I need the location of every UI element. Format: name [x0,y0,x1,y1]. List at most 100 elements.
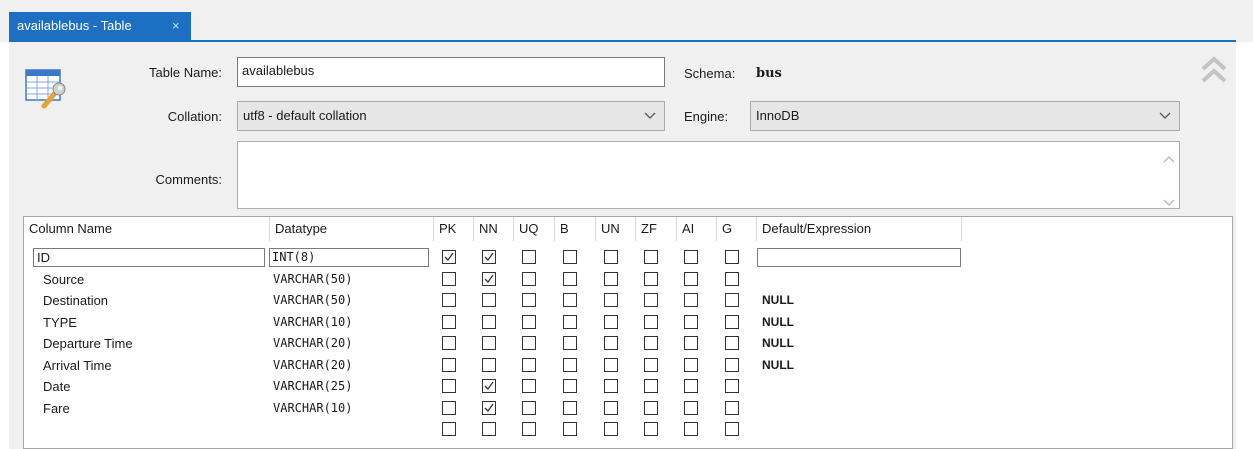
flag-checkbox[interactable] [725,379,739,393]
flag-checkbox[interactable] [442,379,456,393]
flag-checkbox[interactable] [604,293,618,307]
flag-checkbox[interactable] [684,357,698,372]
column-name-cell[interactable]: Departure Time [43,333,133,354]
column-name-cell[interactable]: ID [37,247,50,268]
flag-checkbox[interactable] [482,271,496,286]
scroll-down-icon[interactable] [1163,190,1175,218]
flag-checkbox[interactable] [522,250,536,264]
flag-checkbox[interactable] [482,250,496,264]
flag-checkbox[interactable] [604,336,618,350]
flag-checkbox[interactable] [522,314,536,329]
column-header[interactable]: UQ [514,217,555,241]
table-row[interactable]: Source VARCHAR(50) [24,269,1232,291]
column-header[interactable]: ZF [636,217,677,241]
column-name-cell[interactable]: Arrival Time [43,355,112,376]
default-cell[interactable]: NULL [762,355,794,376]
flag-checkbox[interactable] [725,336,739,350]
flag-checkbox[interactable] [442,314,456,329]
flag-checkbox[interactable] [482,293,496,307]
flag-checkbox[interactable] [725,422,739,436]
flag-checkbox[interactable] [522,293,536,307]
flag-checkbox[interactable] [725,293,739,307]
flag-checkbox[interactable] [644,357,658,372]
table-row[interactable]: TYPE VARCHAR(10) NULL [24,312,1232,334]
collation-select[interactable]: utf8 - default collation [237,101,665,131]
default-cell[interactable]: NULL [762,333,794,354]
flag-checkbox[interactable] [442,357,456,372]
flag-checkbox[interactable] [604,250,618,264]
column-name-cell[interactable]: Source [43,269,84,290]
flag-checkbox[interactable] [684,271,698,286]
tab-availablebus-table[interactable]: availablebus - Table × [9,12,191,40]
table-row[interactable]: Departure Time VARCHAR(20) NULL [24,333,1232,355]
table-row[interactable] [24,419,1232,441]
column-name-cell[interactable]: Date [43,376,70,397]
flag-checkbox[interactable] [684,250,698,264]
flag-checkbox[interactable] [522,357,536,372]
datatype-cell[interactable]: VARCHAR(20) [273,355,352,376]
flag-checkbox[interactable] [684,293,698,307]
flag-checkbox[interactable] [563,422,577,436]
flag-checkbox[interactable] [604,271,618,286]
flag-checkbox[interactable] [482,314,496,329]
flag-checkbox[interactable] [725,271,739,286]
flag-checkbox[interactable] [644,379,658,393]
flag-checkbox[interactable] [644,336,658,350]
column-name-cell[interactable]: Fare [43,398,70,419]
flag-checkbox[interactable] [563,379,577,393]
flag-checkbox[interactable] [482,422,496,436]
flag-checkbox[interactable] [563,271,577,286]
cell-edit-box[interactable] [757,248,961,267]
flag-checkbox[interactable] [684,400,698,415]
flag-checkbox[interactable] [644,250,658,264]
flag-checkbox[interactable] [604,357,618,372]
datatype-cell[interactable]: VARCHAR(50) [273,290,352,311]
flag-checkbox[interactable] [442,336,456,350]
column-header[interactable]: Column Name [24,217,270,241]
column-name-cell[interactable]: TYPE [43,312,77,333]
datatype-cell[interactable]: INT(8) [272,247,315,268]
flag-checkbox[interactable] [563,357,577,372]
flag-checkbox[interactable] [522,379,536,393]
flag-checkbox[interactable] [644,271,658,286]
double-chevron-up-icon[interactable] [1199,55,1229,85]
table-row[interactable]: Arrival Time VARCHAR(20) NULL [24,355,1232,377]
flag-checkbox[interactable] [725,314,739,329]
flag-checkbox[interactable] [684,336,698,350]
cell-edit-box[interactable] [33,248,265,267]
close-icon[interactable]: × [172,12,180,40]
table-name-input[interactable]: availablebus [237,57,665,87]
datatype-cell[interactable]: VARCHAR(50) [273,269,352,290]
flag-checkbox[interactable] [563,336,577,350]
table-row[interactable]: Destination VARCHAR(50) NULL [24,290,1232,312]
flag-checkbox[interactable] [442,400,456,415]
flag-checkbox[interactable] [644,293,658,307]
datatype-cell[interactable]: VARCHAR(10) [273,398,352,419]
flag-checkbox[interactable] [604,422,618,436]
table-row[interactable]: ID INT(8) [24,247,1232,269]
flag-checkbox[interactable] [522,336,536,350]
comments-textarea[interactable] [237,141,1180,209]
column-header[interactable]: PK [434,217,474,241]
flag-checkbox[interactable] [604,379,618,393]
flag-checkbox[interactable] [482,357,496,372]
flag-checkbox[interactable] [684,379,698,393]
flag-checkbox[interactable] [522,422,536,436]
flag-checkbox[interactable] [442,271,456,286]
engine-select[interactable]: InnoDB [750,101,1180,131]
flag-checkbox[interactable] [725,357,739,372]
flag-checkbox[interactable] [604,314,618,329]
datatype-cell[interactable]: VARCHAR(25) [273,376,352,397]
flag-checkbox[interactable] [563,400,577,415]
column-header[interactable]: AI [677,217,717,241]
flag-checkbox[interactable] [725,250,739,264]
flag-checkbox[interactable] [442,293,456,307]
column-header[interactable]: G [717,217,757,241]
column-name-cell[interactable]: Destination [43,290,108,311]
scroll-up-icon[interactable] [1163,146,1175,174]
flag-checkbox[interactable] [482,400,496,415]
flag-checkbox[interactable] [644,400,658,415]
table-row[interactable]: Fare VARCHAR(10) [24,398,1232,420]
flag-checkbox[interactable] [725,400,739,415]
default-cell[interactable]: NULL [762,290,794,311]
